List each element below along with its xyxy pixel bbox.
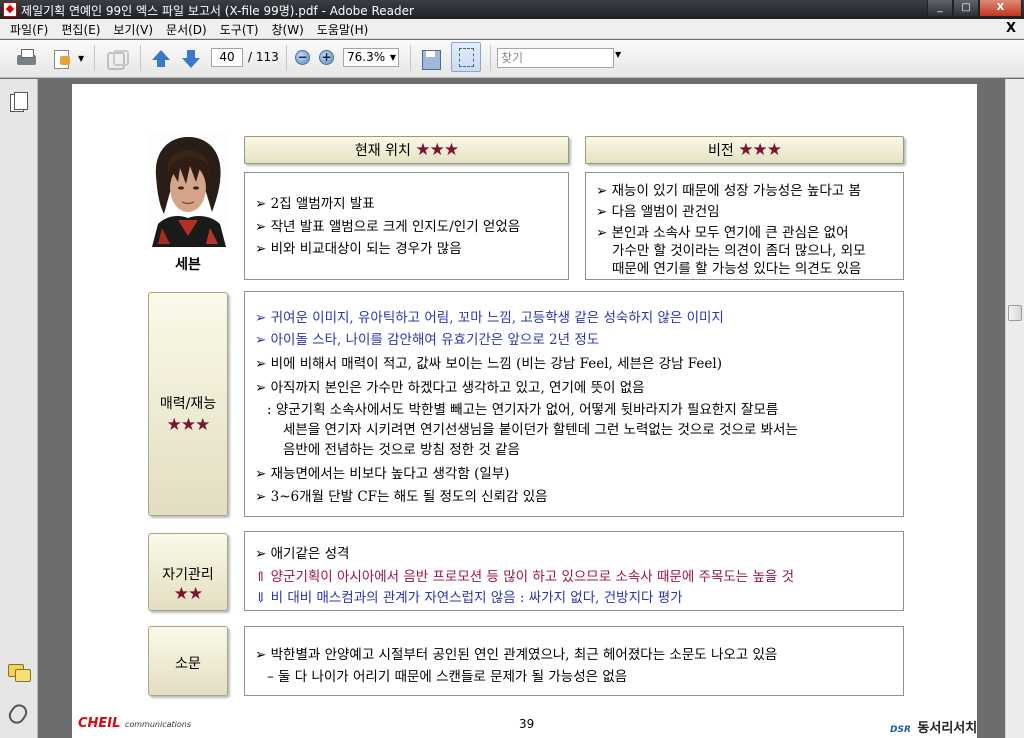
vision-title: 비전 xyxy=(708,143,734,159)
star-rating: ★★★ xyxy=(738,140,782,160)
list-item: : 양군기획 소속사에서도 박한별 빼고는 연기자가 없어, 어떻게 뒷바라지가… xyxy=(267,402,779,418)
cheil-logo-sub: communications xyxy=(124,720,191,729)
search-input[interactable]: 찾기 xyxy=(497,48,614,68)
current-position-title: 현재 위치 xyxy=(354,143,411,159)
list-item: ➢ 박한별과 안양예고 시절부터 공인된 연인 관계였으나, 최근 헤어졌다는 … xyxy=(255,647,778,663)
list-item: ➢ 아이돌 스타, 나이를 감안해여 유효기간은 앞으로 2년 정도 xyxy=(255,332,600,348)
title-bar: 제일기획 연예인 99인 엑스 파일 보고서 (X-file 99명).pdf … xyxy=(0,0,1024,19)
chevron-down-icon: ▼ xyxy=(389,53,396,62)
zoom-out-button[interactable]: − xyxy=(295,50,310,65)
scrollbar-thumb[interactable] xyxy=(1008,305,1022,321)
charm-talent-title: 매력/재능 xyxy=(159,396,217,412)
dsr-logo: DSR 동서리서치 xyxy=(890,717,977,736)
navigation-panel xyxy=(0,79,38,738)
toolbar-separator xyxy=(140,45,141,71)
list-item: ➢ 작년 발표 앨범으로 크게 인지도/인기 얻었음 xyxy=(255,219,521,235)
fit-page-icon xyxy=(454,45,478,69)
pdf-page: 세븐 현재 위치 ★★★ 비전 ★★★ ➢ 2집 앨범까지 발표 ➢ 작년 발표… xyxy=(72,84,977,738)
self-management-box: ➢ 애기같은 성격 ⇑ 양군기획이 아시아에서 음반 프로모션 등 많이 하고 … xyxy=(244,531,904,611)
previous-page-icon[interactable] xyxy=(149,47,173,71)
list-item: ➢ 본인과 소속사 모두 연기에 큰 관심은 없어 xyxy=(596,225,849,241)
vertical-scrollbar[interactable] xyxy=(1005,79,1024,738)
dsr-logo-text: 동서리서치 xyxy=(917,721,978,736)
collaborate-icon[interactable] xyxy=(104,47,129,71)
adobe-reader-icon xyxy=(3,2,17,17)
print-icon[interactable] xyxy=(14,47,38,71)
list-item: 세븐을 연기자 시키려면 연기선생님을 붙이던가 할텐데 그런 노력없는 것으로… xyxy=(283,422,798,438)
charm-talent-label: 매력/재능 ★★★ xyxy=(148,292,228,516)
cheil-logo: CHEIL communications xyxy=(78,716,191,731)
list-item: ➢ 비에 비해서 매력이 적고, 값싸 보이는 느낌 (비는 강남 Feel, … xyxy=(255,356,722,372)
self-management-title: 자기관리 xyxy=(162,567,214,583)
person-name: 세븐 xyxy=(175,257,201,273)
menu-tools[interactable]: 도구(T) xyxy=(214,21,266,38)
list-item: ➢ 다음 앨범이 관건임 xyxy=(596,204,720,220)
zoom-value: 76.3% xyxy=(347,50,386,64)
next-page-icon[interactable] xyxy=(179,47,203,71)
email-attach-icon[interactable] xyxy=(50,47,74,71)
list-item: 음반에 전념하는 것으로 방침 정한 것 같음 xyxy=(283,442,520,458)
chevron-down-icon[interactable]: ▼ xyxy=(78,54,84,63)
window-title: 제일기획 연예인 99인 엑스 파일 보고서 (X-file 99명).pdf … xyxy=(21,4,414,18)
star-rating: ★★★ xyxy=(415,140,459,160)
menu-view[interactable]: 보기(V) xyxy=(107,21,160,38)
list-item: ➢ 재능면에서는 비보다 높다고 생각함 (일부) xyxy=(255,466,510,482)
list-item: ➢ 3~6개월 단발 CF는 해도 될 정도의 신뢰감 있음 xyxy=(255,489,548,505)
attachments-icon[interactable] xyxy=(5,701,31,727)
rumor-label: 소문 xyxy=(148,626,228,696)
toolbar-separator xyxy=(410,45,411,71)
list-item: ➢ 아직까지 본인은 가수만 하겠다고 생각하고 있고, 연기에 뜻이 없음 xyxy=(255,380,645,396)
menu-file[interactable]: 파일(F) xyxy=(4,21,55,38)
cheil-logo-text: CHEIL xyxy=(78,716,121,731)
document-close-button[interactable]: X xyxy=(1006,21,1016,36)
page-number-input[interactable]: 40 xyxy=(211,48,243,67)
fit-page-button[interactable] xyxy=(451,42,481,72)
list-item: ⇓ 비 대비 매스컴과의 관계가 자연스럽지 않음 : 싸가지 없다, 건방지다… xyxy=(255,590,683,606)
vision-header: 비전 ★★★ xyxy=(585,136,904,164)
person-photo xyxy=(148,132,228,247)
zoom-select[interactable]: 76.3% ▼ xyxy=(343,48,399,67)
list-item: ⇑ 양군기획이 아시아에서 음반 프로모션 등 많이 하고 있으므로 소속사 때… xyxy=(255,569,795,585)
toolbar-separator xyxy=(94,45,95,71)
list-item: 때문에 연기를 할 가능성 있다는 의견도 있음 xyxy=(612,261,862,277)
charm-talent-box: ➢ 귀여운 이미지, 유아틱하고 어림, 꼬마 느낌, 고등학생 같은 성숙하지… xyxy=(244,291,904,517)
current-position-header: 현재 위치 ★★★ xyxy=(244,136,569,164)
star-rating: ★★ xyxy=(173,584,203,604)
list-item: ➢ 귀여운 이미지, 유아틱하고 어림, 꼬마 느낌, 고등학생 같은 성숙하지… xyxy=(255,310,724,326)
dsr-mark: DSR xyxy=(890,725,911,735)
page-number: 39 xyxy=(519,717,535,731)
list-item: ➢ 비와 비교대상이 되는 경우가 많음 xyxy=(255,241,462,257)
fit-width-icon[interactable] xyxy=(419,47,443,71)
self-management-label: 자기관리 ★★ xyxy=(148,533,228,611)
menu-edit[interactable]: 편집(E) xyxy=(55,21,107,38)
minimize-button[interactable]: _ xyxy=(927,0,953,17)
menu-bar: 파일(F) 편집(E) 보기(V) 문서(D) 도구(T) 창(W) 도움말(H… xyxy=(0,19,1024,39)
list-item: 가수만 할 것이라는 의견이 좀더 많으나, 외모 xyxy=(612,243,866,259)
maximize-button[interactable]: □ xyxy=(953,0,979,17)
star-rating: ★★★ xyxy=(166,415,211,435)
pages-icon[interactable] xyxy=(10,92,28,112)
toolbar-separator xyxy=(286,45,287,71)
rumor-title: 소문 xyxy=(175,656,201,672)
comments-icon[interactable] xyxy=(8,664,31,682)
menu-help[interactable]: 도움말(H) xyxy=(311,21,376,38)
vision-box: ➢ 재능이 있기 때문에 성장 가능성은 높다고 봄 ➢ 다음 앨범이 관건임 … xyxy=(585,172,904,280)
list-item: ➢ 2집 앨범까지 발표 xyxy=(255,196,375,212)
document-area: 세븐 현재 위치 ★★★ 비전 ★★★ ➢ 2집 앨범까지 발표 ➢ 작년 발표… xyxy=(39,79,1005,738)
page-total: / 113 xyxy=(248,50,279,64)
list-item: ➢ 재능이 있기 때문에 성장 가능성은 높다고 봄 xyxy=(596,183,861,199)
menu-window[interactable]: 창(W) xyxy=(266,21,311,38)
close-button[interactable]: X xyxy=(979,0,1022,17)
menu-document[interactable]: 문서(D) xyxy=(160,21,214,38)
zoom-in-button[interactable]: + xyxy=(319,50,334,65)
list-item: – 둘 다 나이가 어리기 때문에 스캔들로 문제가 될 가능성은 없음 xyxy=(267,669,628,685)
rumor-box: ➢ 박한별과 안양예고 시절부터 공인된 연인 관계였으나, 최근 헤어졌다는 … xyxy=(244,626,904,696)
toolbar-separator xyxy=(490,45,491,71)
list-item: ➢ 애기같은 성격 xyxy=(255,546,350,562)
chevron-down-icon[interactable]: ▼ xyxy=(615,50,621,59)
current-position-box: ➢ 2집 앨범까지 발표 ➢ 작년 발표 앨범으로 크게 인지도/인기 얻었음 … xyxy=(244,172,569,280)
